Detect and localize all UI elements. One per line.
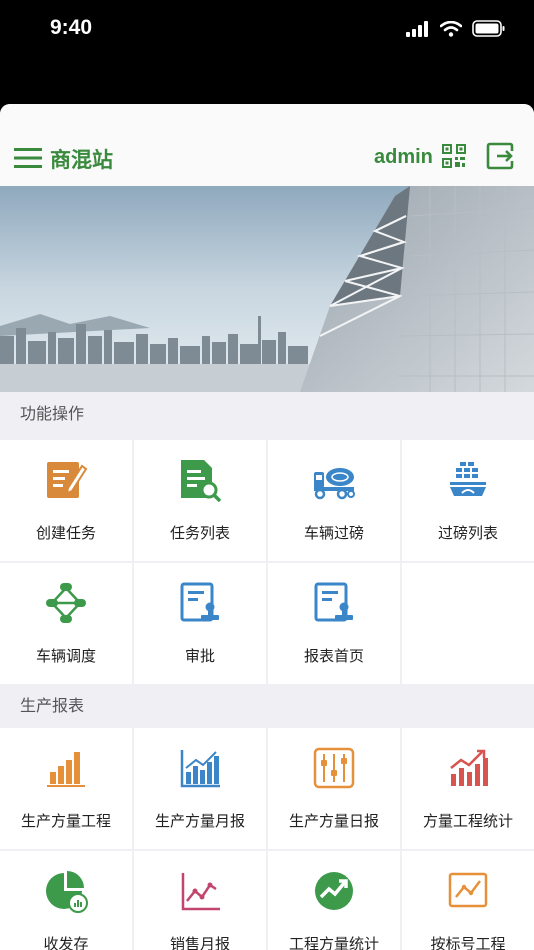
app-sheet: 商混站 admin 功能操作 创建任务 任务列表 车辆过磅 过磅列表 车辆调度 … — [0, 104, 534, 950]
tile-production-volume-monthly[interactable]: 生产方量月报 — [134, 728, 266, 849]
report-stamp-icon — [314, 582, 353, 622]
scale-list-icon — [450, 462, 486, 496]
section-header-production-reports: 生产报表 — [0, 684, 534, 728]
tile-receive-dispatch-stock[interactable]: 收发存 — [0, 851, 132, 950]
tile-project-by-grade[interactable]: 按标号工程 — [402, 851, 534, 950]
tile-vehicle-dispatch[interactable]: 车辆调度 — [0, 563, 132, 684]
tile-label: 过磅列表 — [437, 524, 498, 542]
tile-label: 工程方量统计 — [288, 935, 379, 950]
tile-label: 生产方量月报 — [154, 812, 245, 830]
tile-label: 车辆过磅 — [303, 524, 364, 542]
tile-report-home[interactable]: 报表首页 — [268, 563, 400, 684]
tile-production-volume-project[interactable]: 生产方量工程 — [0, 728, 132, 849]
edit-document-icon — [47, 462, 88, 498]
mixer-truck-icon — [314, 468, 355, 500]
dispatch-network-icon — [46, 583, 86, 623]
sliders-icon — [313, 747, 355, 789]
app-title: 商混站 — [50, 149, 113, 172]
tile-label: 创建任务 — [35, 524, 96, 542]
trend-circle-icon — [315, 872, 353, 910]
tile-label: 收发存 — [43, 935, 89, 950]
line-chart-icon — [181, 873, 220, 911]
status-icons — [406, 20, 506, 37]
logout-icon[interactable] — [486, 142, 514, 170]
tile-task-list[interactable]: 任务列表 — [134, 440, 266, 561]
tile-vehicle-weighing[interactable]: 车辆过磅 — [268, 440, 400, 561]
tile-label: 销售月报 — [169, 935, 230, 950]
user-name: admin — [374, 146, 433, 168]
tile-label: 车辆调度 — [35, 647, 96, 665]
bar-chart-icon — [47, 752, 85, 787]
tile-label: 任务列表 — [169, 524, 230, 542]
wifi-icon — [440, 20, 462, 37]
tile-create-task[interactable]: 创建任务 — [0, 440, 132, 561]
menu-icon[interactable] — [14, 146, 42, 170]
tile-approval[interactable]: 审批 — [134, 563, 266, 684]
section-header-functions: 功能操作 — [0, 392, 534, 436]
tile-volume-project-stats[interactable]: 方量工程统计 — [402, 728, 534, 849]
tile-label: 审批 — [184, 647, 215, 665]
functions-grid: 创建任务 任务列表 车辆过磅 过磅列表 车辆调度 审批 报表首页 — [0, 440, 534, 684]
tile-label: 方量工程统计 — [422, 812, 513, 830]
tile-empty — [402, 563, 534, 684]
tile-weighing-list[interactable]: 过磅列表 — [402, 440, 534, 561]
pie-chart-icon — [46, 871, 88, 913]
bar-trend-chart-icon — [180, 750, 220, 788]
status-bar: 9:40 — [0, 0, 534, 104]
document-search-icon — [181, 460, 222, 502]
tile-production-volume-daily[interactable]: 生产方量日报 — [268, 728, 400, 849]
tile-label: 按标号工程 — [430, 935, 506, 950]
tile-label: 生产方量日报 — [288, 812, 379, 830]
tile-project-volume-stats[interactable]: 工程方量统计 — [268, 851, 400, 950]
reports-grid: 生产方量工程 生产方量月报 生产方量日报 方量工程统计 收发存 销售月报 工程方… — [0, 728, 534, 950]
qr-code-icon[interactable] — [442, 144, 466, 168]
status-time: 9:40 — [50, 16, 93, 39]
framed-line-chart-icon — [448, 872, 488, 908]
tile-label: 生产方量工程 — [20, 812, 111, 830]
signal-icon — [406, 20, 428, 37]
battery-icon — [472, 20, 505, 37]
banner-image — [0, 186, 534, 392]
tile-label: 报表首页 — [303, 647, 364, 665]
tile-sales-monthly[interactable]: 销售月报 — [134, 851, 266, 950]
growth-chart-icon — [450, 749, 488, 786]
approval-stamp-icon — [180, 582, 219, 622]
top-bar: 商混站 admin — [0, 104, 534, 186]
